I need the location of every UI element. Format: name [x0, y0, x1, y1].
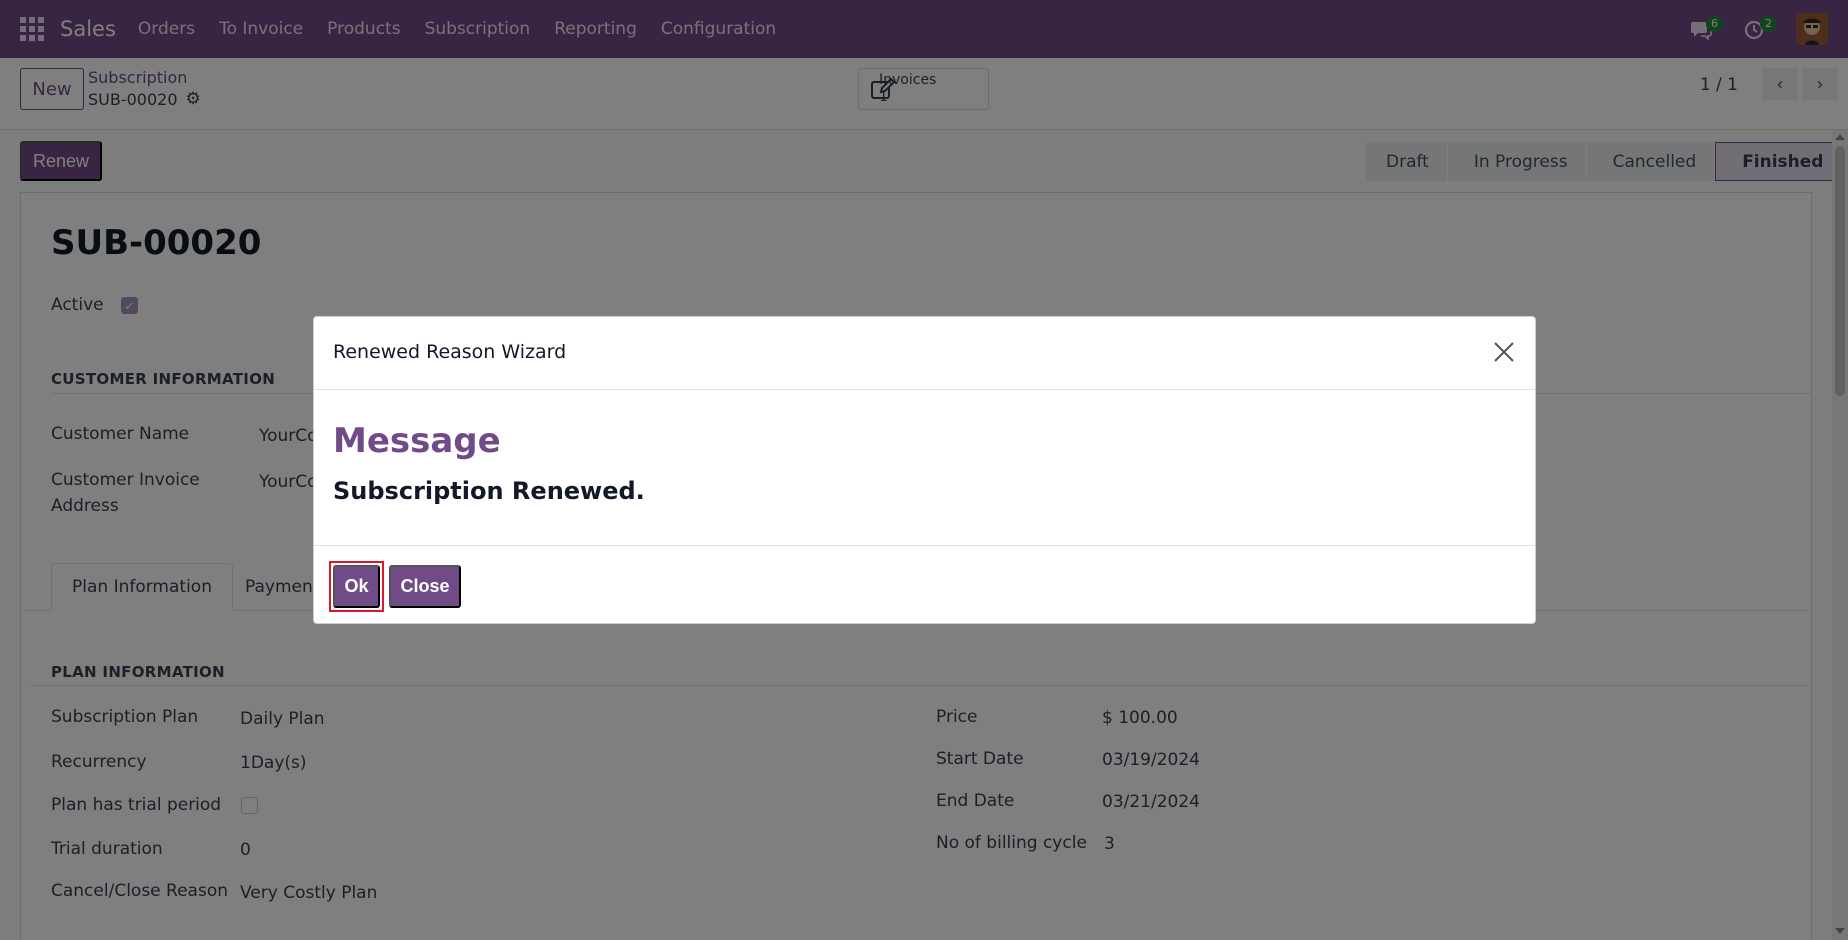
message-text: Subscription Renewed. [333, 477, 645, 505]
modal-footer [314, 545, 1535, 625]
close-button[interactable]: Close [389, 565, 461, 608]
close-icon [1494, 342, 1514, 362]
modal-title: Renewed Reason Wizard [333, 341, 567, 363]
modal-header: Renewed Reason Wizard [314, 317, 1535, 390]
modal-body: Message Subscription Renewed. [314, 391, 1535, 546]
renewed-reason-wizard-dialog: Renewed Reason Wizard Message Subscripti… [313, 316, 1536, 624]
ok-button[interactable]: Ok [333, 565, 380, 608]
modal-close-button[interactable] [1491, 339, 1517, 365]
message-heading: Message [333, 421, 501, 461]
